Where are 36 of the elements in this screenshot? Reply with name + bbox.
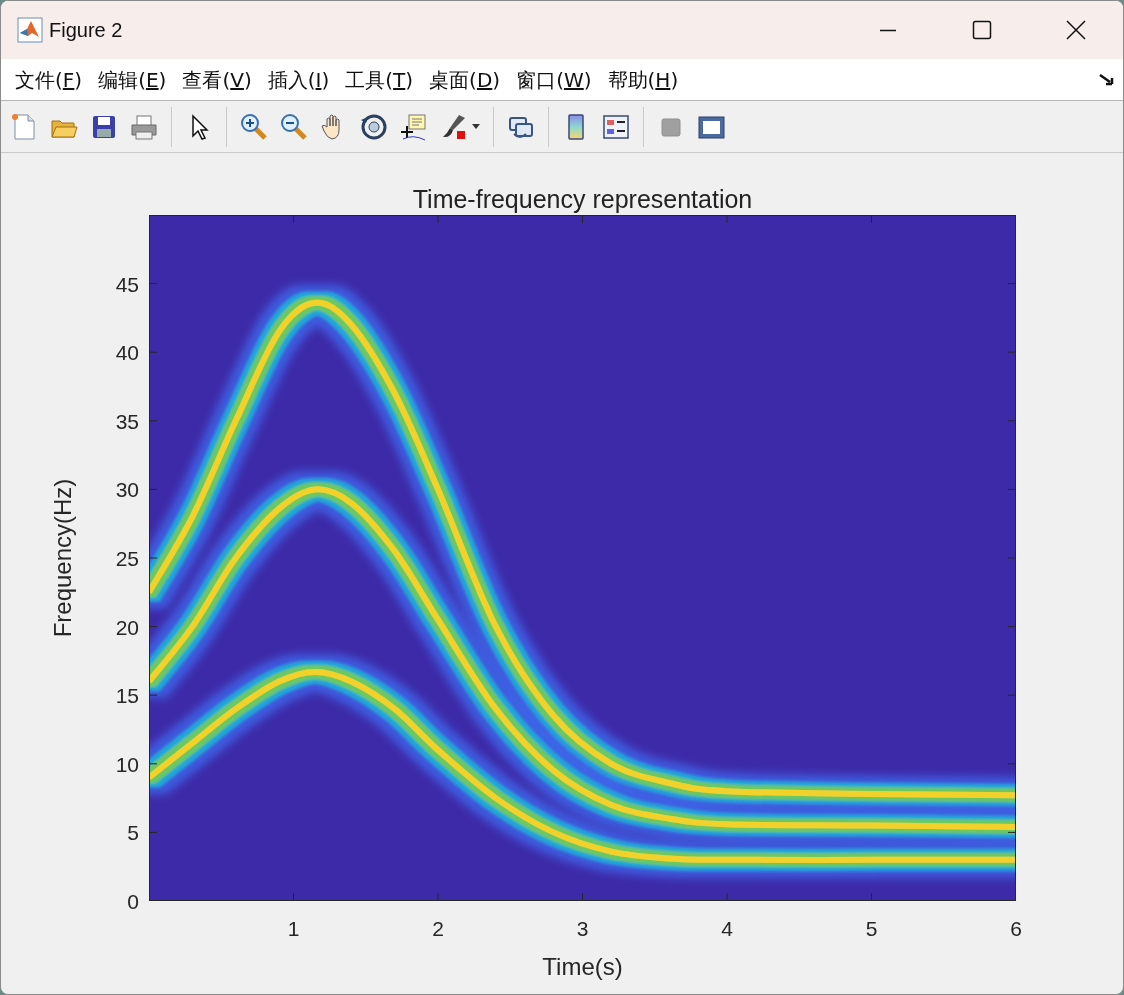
y-axis-label: Frequency(Hz) <box>51 478 76 638</box>
resize-arrow-icon[interactable] <box>1099 72 1115 87</box>
x-tick-label: 5 <box>865 918 878 939</box>
menu-item[interactable]: 编辑(E) <box>92 64 173 95</box>
window-title: Figure 2 <box>49 18 123 43</box>
y-tick-label: 10 <box>115 753 139 775</box>
x-tick-label: 2 <box>432 918 444 939</box>
x-tick-label: 6 <box>1010 918 1022 939</box>
zoom-in-icon[interactable] <box>239 111 269 142</box>
y-tick-label: 15 <box>115 684 139 706</box>
y-tick-label: 40 <box>115 341 139 363</box>
x-tick-label: 1 <box>287 918 300 939</box>
app-logo-icon <box>17 17 43 43</box>
menu-item[interactable]: 帮助(H) <box>601 64 685 95</box>
menu-item[interactable]: 查看(V) <box>176 64 258 95</box>
y-tick-label: 30 <box>115 478 139 500</box>
menu-item[interactable]: 窗口(W) <box>510 64 598 95</box>
y-tick-label: 45 <box>115 273 139 295</box>
y-tick-label: 20 <box>115 616 139 638</box>
menu-item[interactable]: 工具(T) <box>339 64 420 95</box>
menu-item[interactable]: 桌面(D) <box>423 64 507 95</box>
close-icon[interactable] <box>1066 20 1086 40</box>
y-tick-label: 0 <box>127 890 139 912</box>
x-tick-label: 3 <box>576 918 589 939</box>
y-tick-label: 5 <box>127 821 139 843</box>
chart-title: Time-frequency representation <box>411 184 754 215</box>
zoom-out-icon[interactable] <box>279 111 309 142</box>
menu-item[interactable]: 文件(F) <box>9 64 89 95</box>
menu-item[interactable]: 插入(I) <box>261 64 336 95</box>
y-tick-label: 35 <box>115 410 139 432</box>
data-tip-icon[interactable] <box>399 111 429 142</box>
minimize-icon[interactable] <box>879 28 897 32</box>
y-tick-label: 25 <box>115 547 139 569</box>
x-tick-label: 4 <box>721 918 733 939</box>
maximize-icon[interactable] <box>972 20 992 40</box>
x-axis-label: Time(s) <box>541 953 624 982</box>
